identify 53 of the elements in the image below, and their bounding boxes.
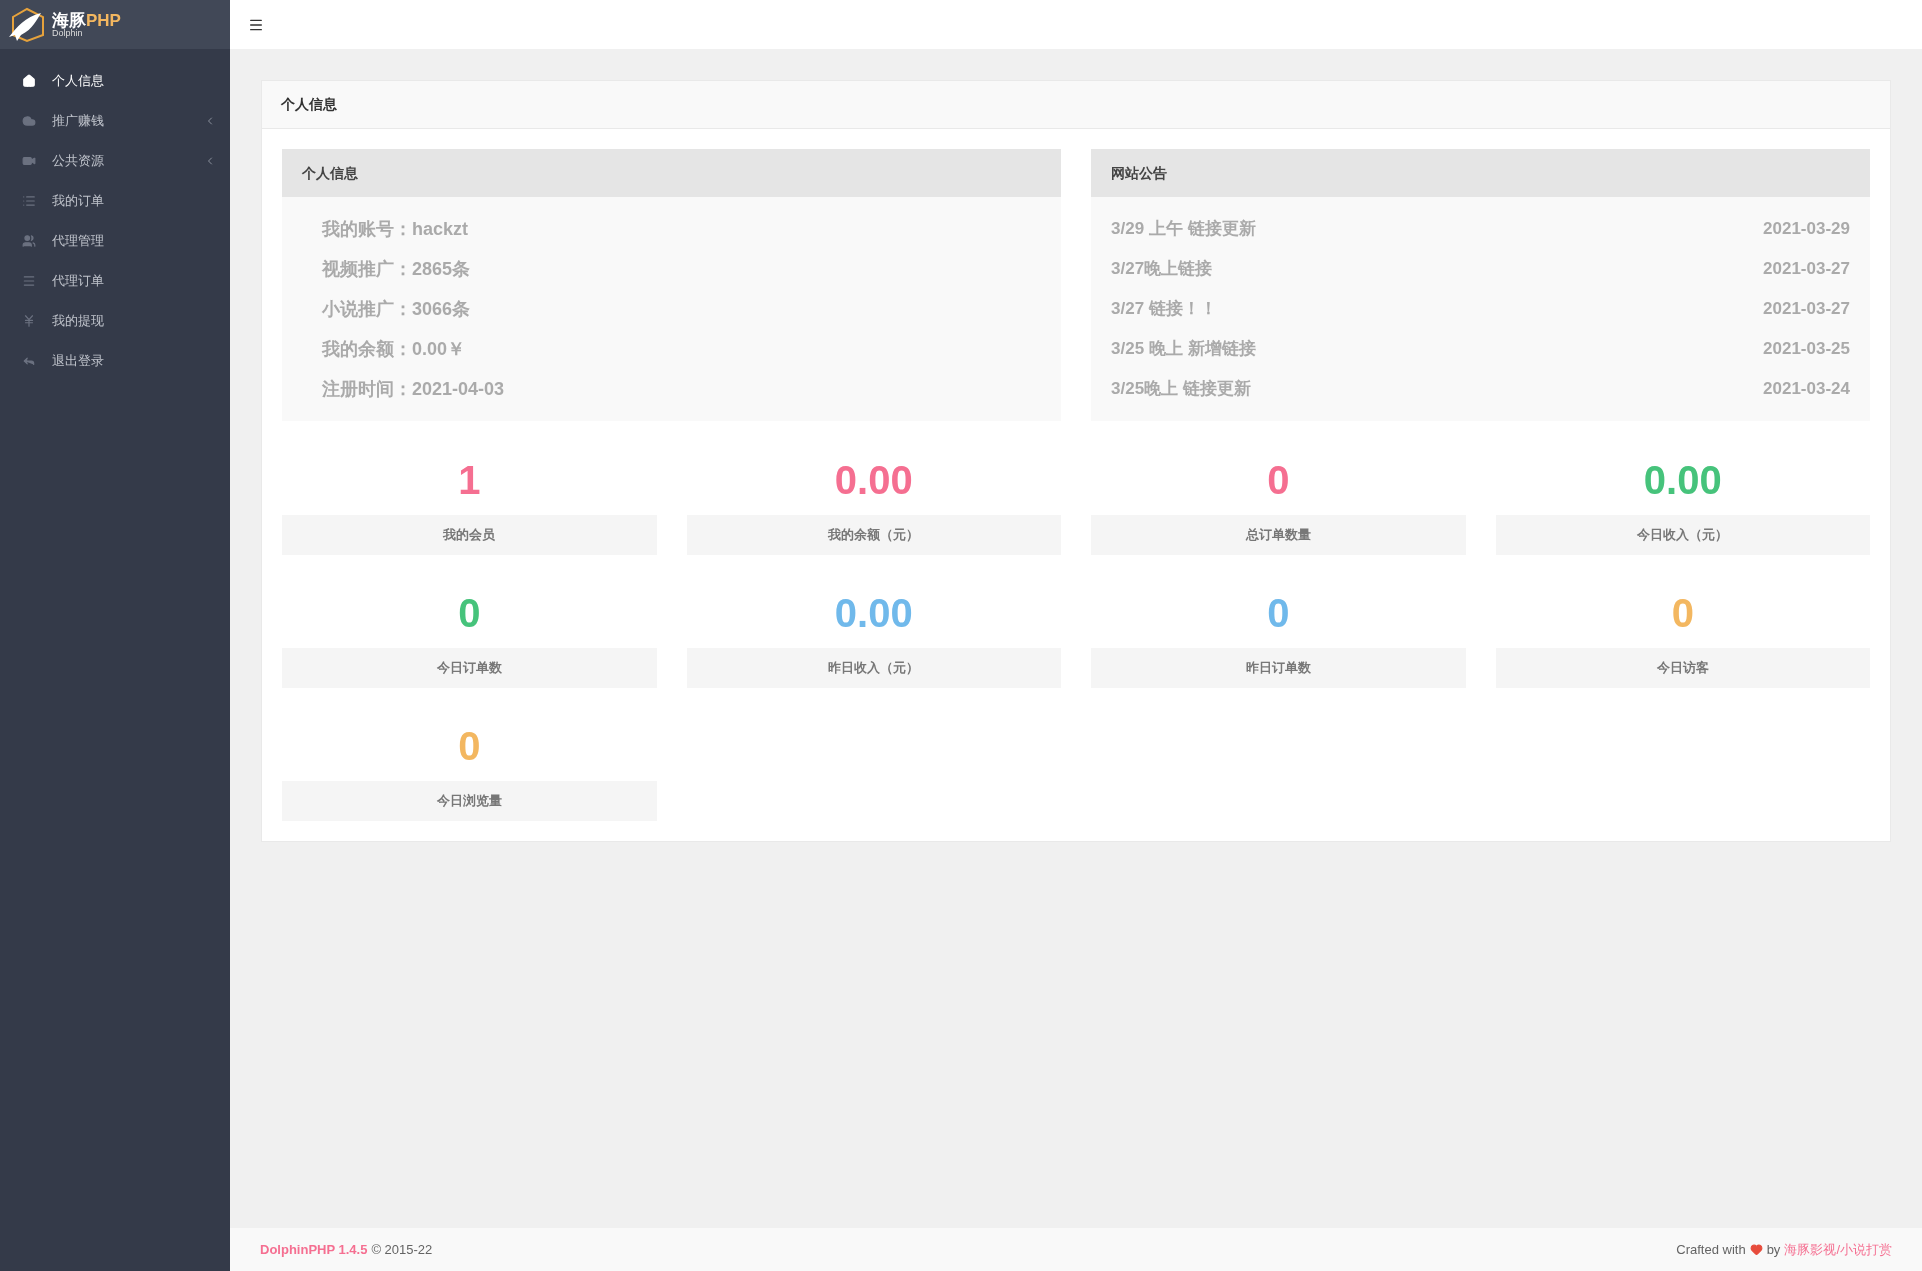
stat-value: 1 <box>458 457 481 504</box>
menu-icon <box>22 274 36 288</box>
notice-date: 2021-03-25 <box>1763 338 1850 361</box>
yen-icon <box>22 314 36 328</box>
heart-icon <box>1749 1243 1763 1256</box>
sidebar-item[interactable]: 我的订单 <box>0 181 230 221</box>
logo-title: 海豚PHP <box>52 11 121 29</box>
card-title: 个人信息 <box>302 163 358 183</box>
logo-subtitle: Dolphin <box>52 28 83 38</box>
by-text: by <box>1766 1240 1781 1259</box>
stat-value: 0 <box>458 723 481 770</box>
notice-date: 2021-03-27 <box>1763 258 1850 281</box>
stat-label: 今日访客 <box>1495 648 1870 688</box>
sidebar-item[interactable]: 个人信息 <box>0 61 230 101</box>
stat-label: 今日订单数 <box>282 648 657 688</box>
copyright: © 2015-22 <box>371 1240 433 1259</box>
sidebar-item[interactable]: 代理订单 <box>0 261 230 301</box>
profile-field: 视频推广：2865条 <box>322 249 1021 289</box>
notice-date: 2021-03-24 <box>1763 378 1850 401</box>
home-icon <box>22 74 36 88</box>
stat-value: 0 <box>458 590 481 637</box>
video-camera-icon <box>22 154 36 168</box>
stat-value: 0 <box>1267 457 1290 504</box>
panel-title: 个人信息 <box>281 95 337 114</box>
stat-value: 0 <box>1671 590 1694 637</box>
notice-date: 2021-03-29 <box>1763 218 1850 241</box>
sidebar-item[interactable]: 我的提现 <box>0 301 230 341</box>
stat-label: 我的余额（元） <box>686 515 1061 555</box>
stat-label: 今日浏览量 <box>282 781 657 821</box>
list-icon <box>22 194 36 208</box>
stat-label: 昨日收入（元） <box>686 648 1061 688</box>
stat-label: 今日收入（元） <box>1495 515 1870 555</box>
notice-date: 2021-03-27 <box>1763 298 1850 321</box>
users-icon <box>22 234 36 248</box>
stat-value: 0.00 <box>1643 457 1722 504</box>
reply-arrow-icon <box>22 354 36 368</box>
stat-label: 我的会员 <box>282 515 657 555</box>
sidebar-item[interactable]: 公共资源 <box>0 141 230 181</box>
stat-value: 0 <box>1267 590 1290 637</box>
profile-field: 我的账号：hackzt <box>322 209 1021 249</box>
stat-value: 0.00 <box>834 590 913 637</box>
sidebar-item[interactable]: 代理管理 <box>0 221 230 261</box>
stat-label: 总订单数量 <box>1091 515 1466 555</box>
sidebar-item[interactable]: 退出登录 <box>0 341 230 381</box>
stat-value: 0.00 <box>834 457 913 504</box>
sidebar-item[interactable]: 推广赚钱 <box>0 101 230 141</box>
cloud-icon <box>22 114 36 128</box>
card-title: 网站公告 <box>1111 163 1167 183</box>
crafted-text: Crafted with <box>1676 1240 1746 1259</box>
profile-field: 注册时间：2021-04-03 <box>322 369 1021 409</box>
profile-field: 我的余额：0.00￥ <box>322 329 1021 369</box>
profile-field: 小说推广：3066条 <box>322 289 1021 329</box>
stat-label: 昨日订单数 <box>1091 648 1466 688</box>
